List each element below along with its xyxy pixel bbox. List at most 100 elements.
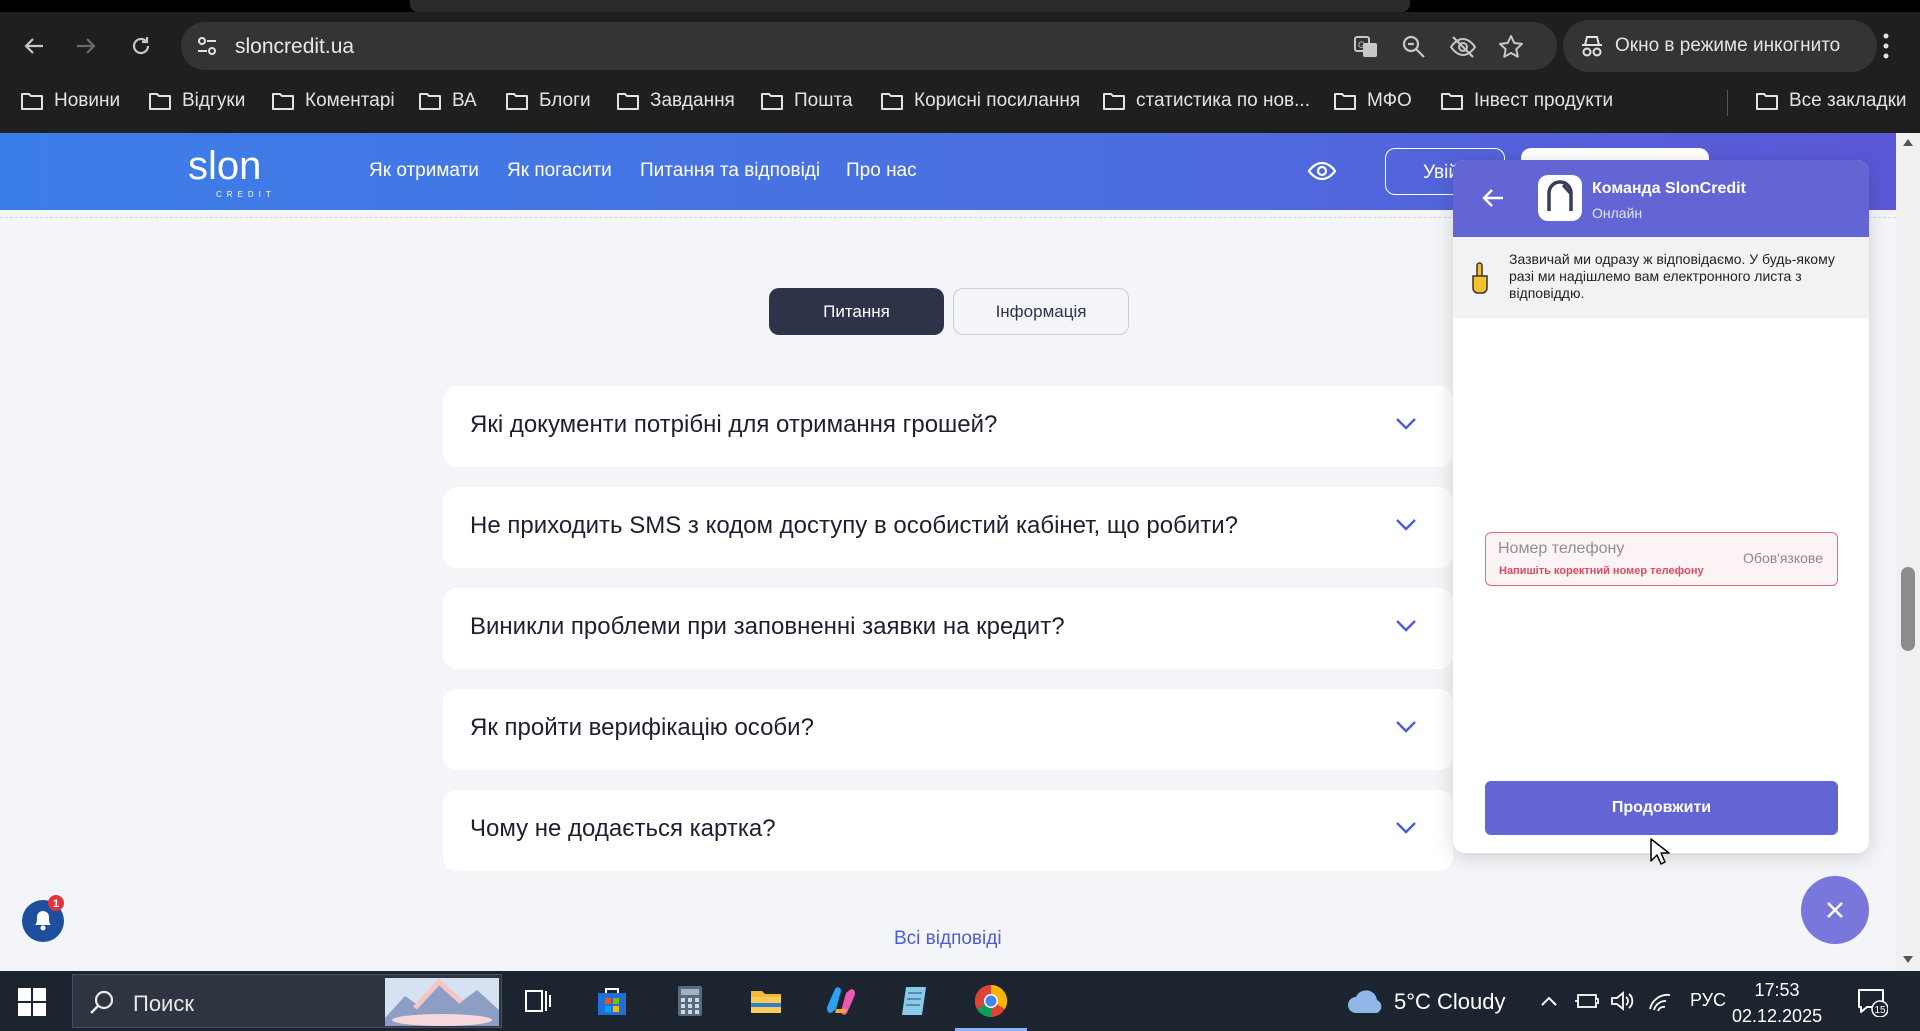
folder-icon (761, 93, 783, 110)
phone-error: Напишіть коректний номер телефону (1499, 565, 1704, 577)
accessibility-eye-icon[interactable] (1307, 159, 1337, 183)
tab-information[interactable]: Інформація (953, 288, 1129, 335)
url-text[interactable]: sloncredit.ua (235, 35, 354, 59)
faq-item[interactable]: Не приходить SMS з кодом доступу в особи… (443, 487, 1453, 568)
copilot-icon[interactable] (823, 983, 859, 1019)
faq-question: Які документи потрібні для отримання гро… (470, 411, 998, 438)
chevron-down-icon (1396, 822, 1416, 834)
forward-icon[interactable] (66, 26, 106, 66)
back-arrow-icon[interactable] (1481, 188, 1505, 208)
phone-input[interactable] (1498, 539, 1728, 559)
language-indicator[interactable]: РУС (1690, 990, 1726, 1011)
nav-link[interactable]: Як погасити (507, 160, 612, 182)
scroll-down-icon[interactable] (1902, 955, 1914, 965)
weather-widget[interactable]: 5°C Cloudy (1346, 989, 1506, 1015)
translate-icon[interactable]: G (1353, 34, 1379, 60)
all-bookmarks-folder[interactable]: Все закладки (1755, 90, 1907, 112)
notepad-icon[interactable] (898, 983, 934, 1019)
bookmarks-bar: Новини Відгуки Коментарі ВА Блоги Завдан… (0, 82, 1920, 122)
calculator-icon[interactable] (672, 983, 708, 1019)
svg-text:G: G (1358, 40, 1365, 50)
mouse-cursor-icon (1650, 838, 1670, 865)
folder-icon (881, 93, 903, 110)
notification-center[interactable]: 15 (1856, 985, 1889, 1018)
menu-kebab-icon[interactable] (1874, 28, 1898, 64)
bookmark-folder[interactable]: Відгуки (148, 90, 245, 112)
scrollbar-thumb[interactable] (1901, 567, 1915, 651)
required-label: Обов'язкове (1743, 550, 1823, 566)
windows-start-icon[interactable] (18, 988, 46, 1016)
faq-item[interactable]: Чому не додається картка? (443, 790, 1453, 871)
bookmark-folder[interactable]: Пошта (760, 90, 853, 112)
notification-count: 15 (1874, 1005, 1886, 1016)
notification-center-icon: 15 (1858, 989, 1889, 1018)
wifi-icon[interactable] (1647, 989, 1673, 1013)
bookmark-label: статистика по нов... (1136, 90, 1310, 111)
bookmark-folder[interactable]: Новини (20, 90, 120, 112)
close-icon (1827, 902, 1843, 918)
clock[interactable]: 17:53 02.12.2025 (1732, 977, 1822, 1029)
site-settings-icon[interactable] (195, 34, 219, 58)
folder-icon (149, 93, 171, 110)
tracking-protection-icon[interactable] (1449, 34, 1477, 60)
notification-bell[interactable]: 1 (20, 893, 68, 945)
nav-link[interactable]: Питання та відповіді (640, 160, 820, 182)
bookmark-folder[interactable]: ВА (418, 90, 477, 112)
bookmark-label: МФО (1367, 90, 1412, 111)
logo[interactable]: slon CREDIT (188, 144, 308, 201)
folder-icon (419, 93, 441, 110)
bookmark-label: Відгуки (182, 90, 246, 111)
chat-header: Команда SlonCredit Онлайн (1453, 160, 1869, 237)
address-bar[interactable]: sloncredit.ua G (181, 22, 1557, 70)
back-icon[interactable] (14, 26, 54, 66)
faq-item[interactable]: Виникли проблеми при заповненні заявки н… (443, 588, 1453, 669)
search-icon (90, 990, 114, 1014)
bookmark-folder[interactable]: Завдання (616, 90, 735, 112)
active-tab[interactable] (410, 0, 1410, 12)
bookmark-folder[interactable]: статистика по нов... (1102, 90, 1310, 112)
faq-question: Чому не додається картка? (470, 815, 776, 842)
page-scrollbar[interactable] (1896, 133, 1920, 971)
chevron-down-icon (1396, 620, 1416, 632)
clock-time: 17:53 (1754, 980, 1800, 1000)
task-view-icon[interactable] (520, 983, 556, 1019)
volume-icon[interactable] (1609, 989, 1635, 1013)
chevron-down-icon (1396, 721, 1416, 733)
chevron-up-icon[interactable] (1539, 991, 1559, 1011)
taskbar: Поиск 5°C Cloudy РУС 17:53 02.12.2025 15 (0, 971, 1920, 1031)
all-answers-link[interactable]: Всі відповіді (894, 928, 1002, 950)
battery-plug-icon[interactable] (1574, 989, 1600, 1013)
pointing-hand-icon (1472, 262, 1488, 294)
nav-link[interactable]: Про нас (846, 160, 917, 182)
chat-close-button[interactable] (1801, 876, 1869, 944)
bookmark-star-icon[interactable] (1498, 34, 1524, 60)
faq-question: Як пройти верифікацію особи? (470, 714, 814, 741)
folder-icon (1334, 93, 1356, 110)
phone-field[interactable]: Обов'язкове Напишіть коректний номер тел… (1485, 532, 1838, 586)
continue-button[interactable]: Продовжити (1485, 781, 1838, 835)
faq-item[interactable]: Які документи потрібні для отримання гро… (443, 386, 1453, 467)
tab-questions[interactable]: Питання (769, 288, 944, 335)
scroll-up-icon[interactable] (1902, 137, 1914, 147)
nav-link[interactable]: Як отримати (369, 160, 479, 182)
folder-icon (617, 93, 639, 110)
zoom-icon[interactable] (1401, 34, 1427, 60)
bookmark-folder[interactable]: Коментарі (271, 90, 395, 112)
reload-icon[interactable] (121, 26, 161, 66)
store-icon[interactable] (594, 983, 630, 1019)
folder-icon (506, 93, 528, 110)
chrome-icon[interactable] (973, 983, 1009, 1019)
incognito-indicator[interactable]: Окно в режиме инкогнито (1563, 20, 1877, 72)
faq-question: Не приходить SMS з кодом доступу в особи… (470, 512, 1238, 539)
bookmark-label: Коментарі (305, 90, 395, 111)
bookmark-folder[interactable]: МФО (1333, 90, 1412, 112)
taskbar-search[interactable]: Поиск (72, 974, 502, 1028)
incognito-icon (1582, 36, 1602, 57)
bookmark-folder[interactable]: Корисні посилання (880, 90, 1080, 112)
weather-text: 5°C Cloudy (1394, 989, 1506, 1014)
incognito-label: Окно в режиме инкогнито (1615, 35, 1841, 56)
file-explorer-icon[interactable] (748, 983, 784, 1019)
bookmark-folder[interactable]: Інвест продукти (1440, 90, 1613, 112)
faq-item[interactable]: Як пройти верифікацію особи? (443, 689, 1453, 770)
bookmark-folder[interactable]: Блоги (505, 90, 591, 112)
